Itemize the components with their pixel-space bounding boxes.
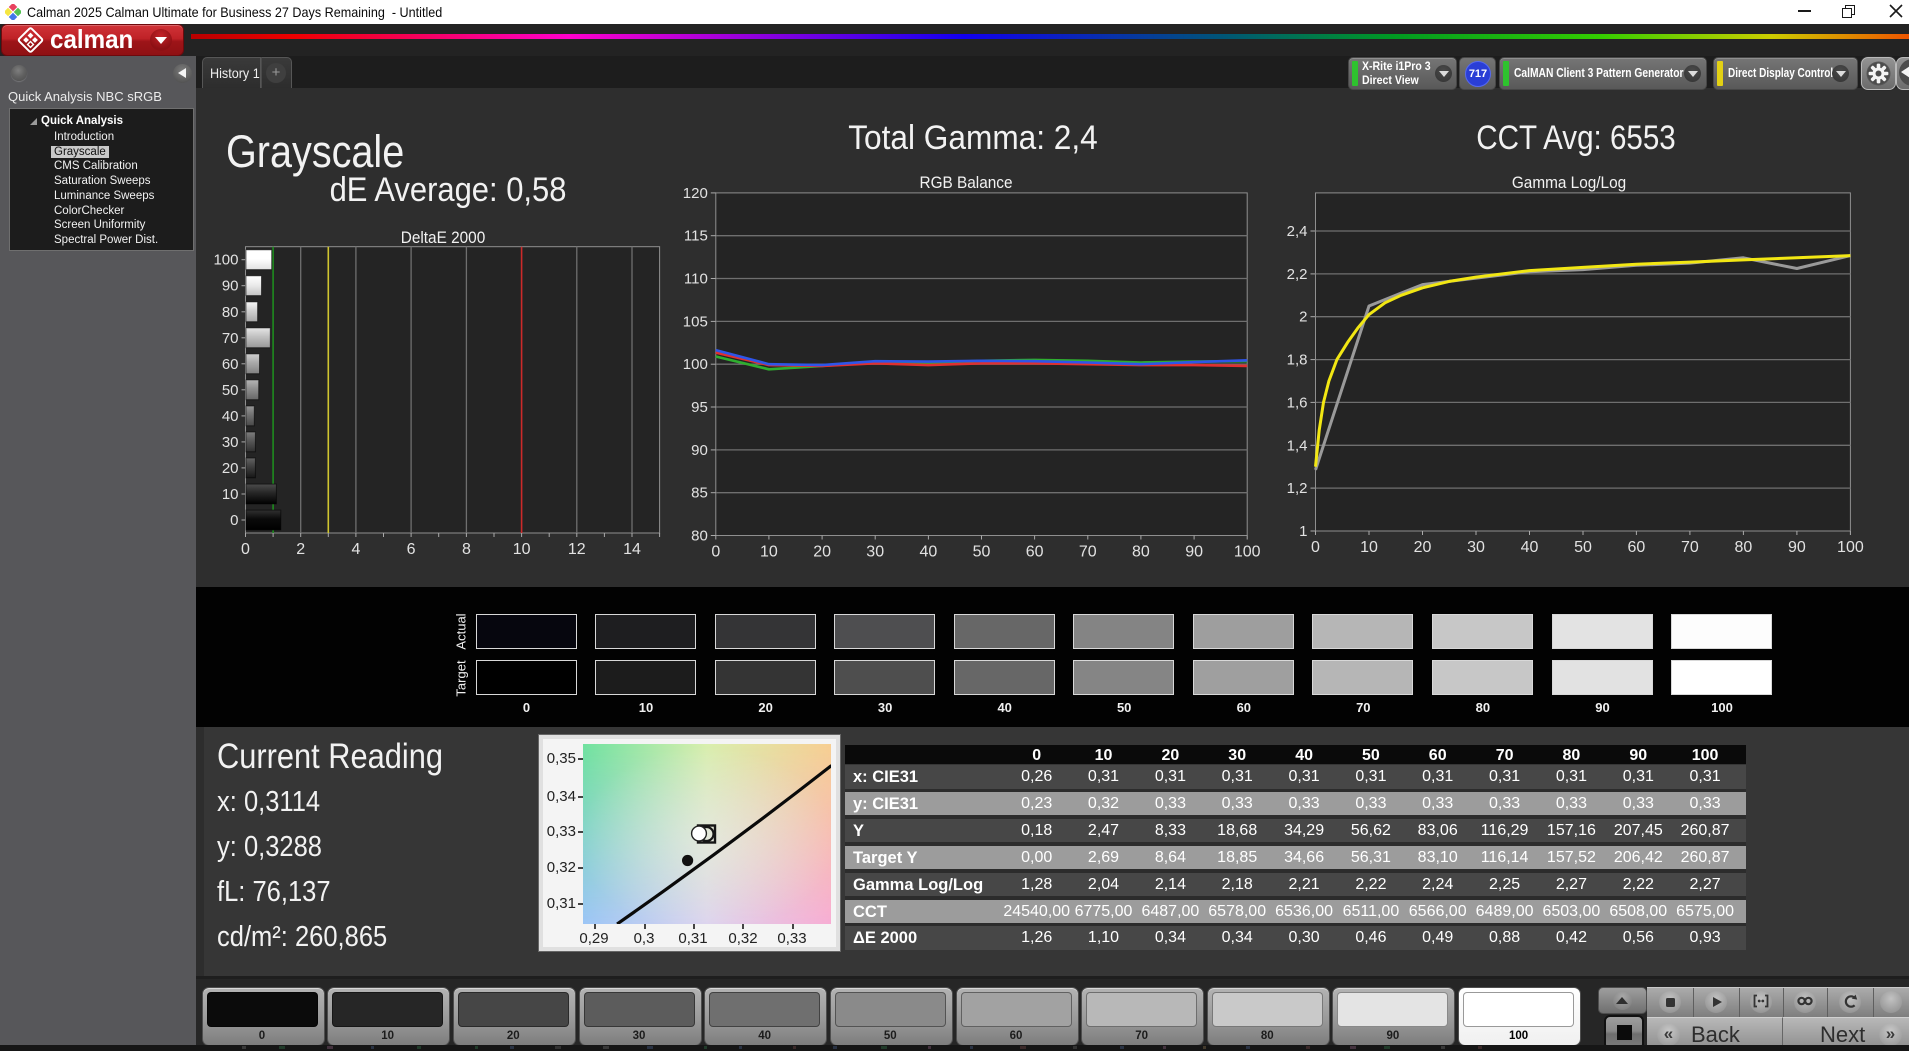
- svg-text:115: 115: [684, 228, 708, 245]
- svg-text:40: 40: [1521, 539, 1539, 556]
- svg-text:90: 90: [222, 278, 239, 295]
- svg-text:80: 80: [1132, 544, 1150, 561]
- svg-text:70: 70: [1079, 544, 1097, 561]
- svg-text:2: 2: [296, 541, 305, 558]
- svg-text:30: 30: [1467, 539, 1485, 556]
- svg-text:0: 0: [711, 544, 720, 561]
- svg-text:10: 10: [222, 486, 239, 503]
- svg-text:20: 20: [1414, 539, 1432, 556]
- svg-text:70: 70: [1681, 539, 1699, 556]
- svg-text:70: 70: [222, 330, 239, 347]
- svg-text:120: 120: [683, 185, 708, 202]
- svg-text:50: 50: [973, 544, 991, 561]
- svg-text:1: 1: [1299, 523, 1307, 540]
- svg-text:90: 90: [1788, 539, 1806, 556]
- svg-text:12: 12: [568, 541, 586, 558]
- svg-text:2,4: 2,4: [1287, 223, 1308, 240]
- svg-text:2: 2: [1299, 309, 1307, 326]
- svg-text:40: 40: [222, 408, 239, 425]
- svg-text:30: 30: [866, 544, 884, 561]
- svg-text:1,2: 1,2: [1287, 480, 1308, 497]
- svg-text:10: 10: [760, 544, 778, 561]
- svg-text:100: 100: [1837, 539, 1864, 556]
- svg-text:110: 110: [684, 271, 708, 288]
- svg-text:95: 95: [691, 399, 708, 416]
- svg-text:105: 105: [683, 313, 708, 330]
- svg-text:100: 100: [213, 252, 238, 269]
- svg-text:1,8: 1,8: [1287, 352, 1308, 369]
- svg-text:10: 10: [1360, 539, 1378, 556]
- svg-text:100: 100: [1234, 544, 1261, 561]
- svg-text:10: 10: [513, 541, 531, 558]
- svg-text:0: 0: [241, 541, 250, 558]
- svg-text:80: 80: [222, 304, 239, 321]
- svg-text:90: 90: [691, 442, 708, 459]
- svg-text:80: 80: [1735, 539, 1753, 556]
- svg-text:14: 14: [623, 541, 641, 558]
- svg-text:100: 100: [683, 356, 708, 373]
- svg-text:20: 20: [222, 460, 239, 477]
- svg-text:20: 20: [813, 544, 831, 561]
- svg-text:90: 90: [1185, 544, 1203, 561]
- svg-text:6: 6: [407, 541, 416, 558]
- svg-text:40: 40: [920, 544, 938, 561]
- svg-text:0: 0: [230, 512, 238, 529]
- svg-text:60: 60: [1628, 539, 1646, 556]
- svg-text:8: 8: [462, 541, 471, 558]
- svg-text:30: 30: [222, 434, 239, 451]
- svg-text:80: 80: [691, 528, 708, 545]
- svg-text:50: 50: [222, 382, 239, 399]
- svg-text:1,4: 1,4: [1287, 437, 1308, 454]
- svg-text:4: 4: [351, 541, 360, 558]
- svg-text:85: 85: [691, 485, 708, 502]
- svg-text:0: 0: [1311, 539, 1320, 556]
- svg-text:60: 60: [1026, 544, 1044, 561]
- svg-text:50: 50: [1574, 539, 1592, 556]
- svg-text:60: 60: [222, 356, 239, 373]
- svg-text:2,2: 2,2: [1287, 266, 1308, 283]
- svg-text:1,6: 1,6: [1287, 394, 1308, 411]
